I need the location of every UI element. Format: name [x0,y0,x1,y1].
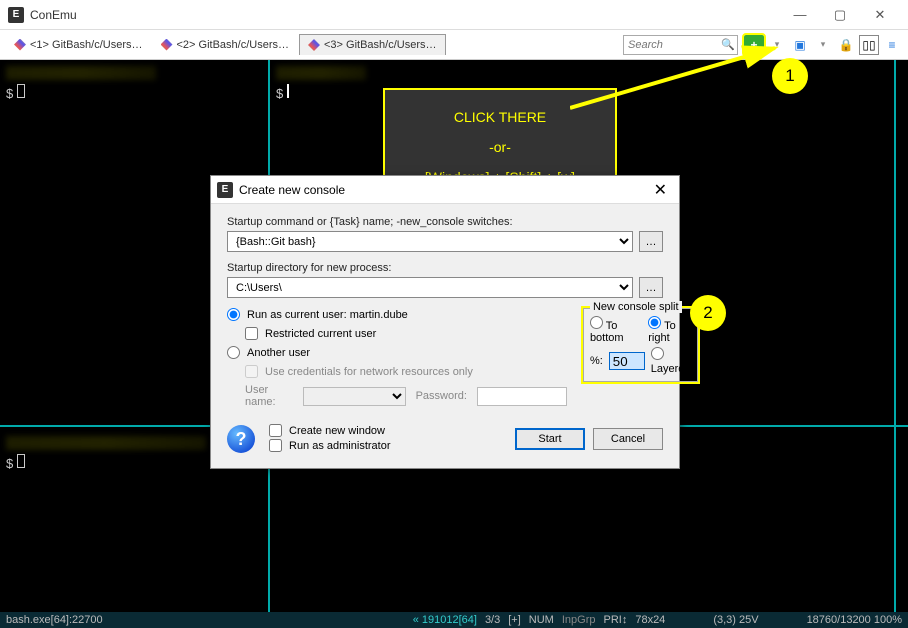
help-icon[interactable]: ? [227,425,255,453]
startup-command-select[interactable]: {Bash::Git bash} [227,231,633,252]
cancel-button[interactable]: Cancel [593,428,663,450]
toolbar-icon[interactable]: ▣ [790,35,810,55]
split-legend: New console split [590,301,682,313]
maximize-button[interactable]: ▢ [820,1,860,29]
status-process: bash.exe[64]:22700 [6,614,103,626]
minimize-button[interactable]: — [780,1,820,29]
username-label: User name: [245,384,293,408]
start-button[interactable]: Start [515,428,585,450]
new-console-button[interactable]: + [744,35,764,55]
password-label: Password: [416,390,467,402]
tab-label: <2> GitBash/c/Users… [177,39,290,51]
password-input[interactable] [477,387,567,406]
window-title: ConEmu [30,8,780,22]
callout-line: CLICK THERE [454,109,546,125]
dialog-icon: E [217,182,233,198]
tab-icon [308,39,320,51]
dialog-close-button[interactable]: ✕ [648,180,673,200]
startup-dir-select[interactable]: C:\Users\ [227,277,633,298]
tab-3[interactable]: <3> GitBash/c/Users… [299,34,446,55]
use-creds-label: Use credentials for network resources on… [265,366,473,378]
toolbar-dropdown[interactable]: ▾ [813,35,833,55]
split-groupbox: New console split To bottom To right %: … [583,308,698,382]
status-build: « 191012[64] [413,614,477,626]
restricted-label: Restricted current user [265,328,376,340]
startup-dir-label: Startup directory for new process: [227,262,663,274]
username-select[interactable] [303,387,405,406]
split-bottom-radio[interactable] [590,316,603,329]
another-user-label: Another user [247,347,310,359]
status-memory: 18760/13200 100% [807,614,902,626]
status-pri: PRI↕ [603,614,627,626]
startup-dir-browse[interactable]: … [639,277,663,298]
prompt [276,86,289,101]
status-inpgrp: InpGrp [562,614,596,626]
tab-2[interactable]: <2> GitBash/c/Users… [153,35,298,55]
tab-label: <3> GitBash/c/Users… [324,39,437,51]
run-as-current-label: Run as current user: martin.dube [247,309,408,321]
annotation-badge-1: 1 [772,58,808,94]
status-cursor: (3,3) 25V [713,614,758,626]
tabbar: <1> GitBash/c/Users… <2> GitBash/c/Users… [0,30,908,60]
tab-icon [161,39,173,51]
callout-line: -or- [489,139,511,155]
statusbar: bash.exe[64]:22700 « 191012[64] 3/3 [+] … [0,612,908,628]
lock-icon[interactable]: 🔒 [836,35,856,55]
status-panes: 3/3 [485,614,500,626]
menu-icon[interactable]: ≡ [882,35,902,55]
split-layered-radio[interactable] [651,347,664,360]
close-button[interactable]: ✕ [860,1,900,29]
another-user-radio[interactable] [227,346,240,359]
status-size: 78x24 [635,614,665,626]
new-window-checkbox[interactable] [269,424,282,437]
prompt [6,86,25,101]
new-console-dropdown[interactable]: ▾ [767,35,787,55]
prompt [6,456,25,471]
status-plus: [+] [508,614,521,626]
startup-command-browse[interactable]: … [639,231,663,252]
tab-label: <1> GitBash/c/Users… [30,39,143,51]
create-console-dialog: E Create new console ✕ Startup command o… [210,175,680,469]
status-num: NUM [529,614,554,626]
search-icon: 🔍 [721,38,735,51]
tab-1[interactable]: <1> GitBash/c/Users… [6,35,151,55]
use-creds-checkbox [245,365,258,378]
run-as-current-radio[interactable] [227,308,240,321]
annotation-badge-2: 2 [690,295,726,331]
search-wrap: 🔍 [623,35,738,55]
titlebar: E ConEmu — ▢ ✕ [0,0,908,30]
split-percent-label: %: [590,355,603,367]
run-admin-checkbox[interactable] [269,439,282,452]
restricted-checkbox[interactable] [245,327,258,340]
startup-command-label: Startup command or {Task} name; -new_con… [227,216,663,228]
dialog-titlebar: E Create new console ✕ [211,176,679,204]
window-controls: — ▢ ✕ [780,1,900,29]
split-right-radio[interactable] [648,316,661,329]
split-percent-input[interactable] [609,352,645,370]
app-icon: E [8,7,24,23]
tab-icon [14,39,26,51]
layout-icon[interactable]: ▯▯ [859,35,879,55]
dialog-title: Create new console [239,183,648,197]
